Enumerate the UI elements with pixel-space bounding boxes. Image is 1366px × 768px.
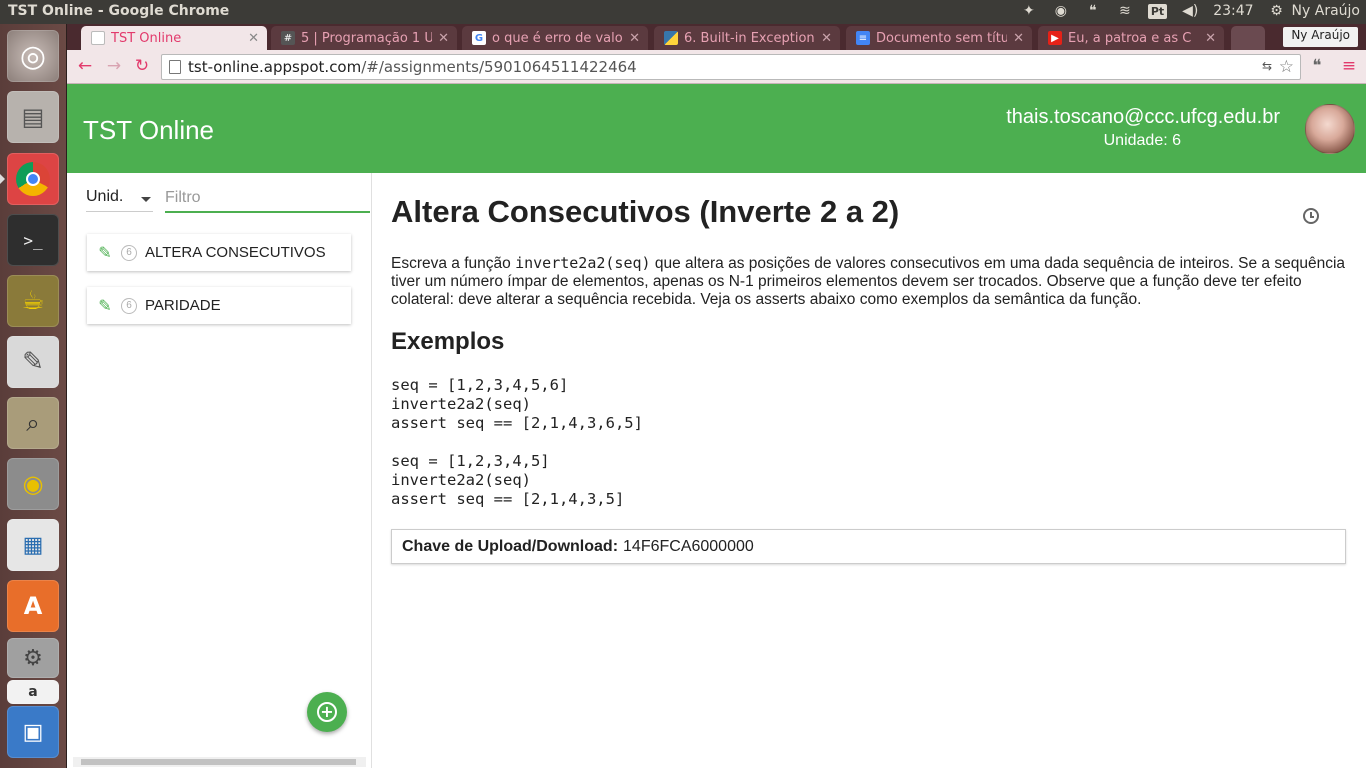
tab-google-search[interactable]: G o que é erro de valor ✕ — [462, 26, 648, 50]
menu-icon[interactable]: ≡ — [1339, 56, 1359, 76]
translate-icon[interactable]: ⇆ — [1262, 59, 1272, 73]
add-assignment-button[interactable]: + — [307, 692, 347, 732]
user-unit: Unidade: 6 — [1103, 132, 1181, 149]
examples-heading: Exemplos — [391, 328, 505, 355]
profile-button[interactable]: Ny Araújo — [1283, 27, 1358, 47]
forward-icon[interactable]: → — [104, 56, 124, 76]
tab-label: Documento sem título — [876, 30, 1008, 46]
launcher: ◎ ▤ >_ ☕ ✎ ⌕ ◉ ▦ A ⚙ a ▣ — [0, 24, 67, 768]
chrome-active-indicator — [0, 174, 5, 184]
wifi-icon[interactable]: ≋ — [1116, 2, 1134, 20]
page-info-icon[interactable] — [169, 60, 181, 74]
description-text: Escreva a função — [391, 255, 516, 272]
assignment-item-altera-consecutivos[interactable]: ✎ 6 ALTERA CONSECUTIVOS — [87, 234, 351, 271]
browser-tab-strip: TST Online ✕ # 5 | Programação 1 UFCG ✕ … — [67, 24, 1366, 50]
speaker-app-icon[interactable]: ◉ — [7, 458, 59, 510]
window-title: TST Online - Google Chrome — [8, 3, 230, 19]
tab-python-exceptions[interactable]: 6. Built-in Exceptions ✕ — [654, 26, 840, 50]
avatar[interactable] — [1305, 104, 1355, 154]
youtube-icon: ▶ — [1048, 31, 1062, 45]
reload-icon[interactable]: ↻ — [132, 56, 152, 76]
software-center-icon[interactable]: A — [7, 580, 59, 632]
close-icon[interactable]: ✕ — [438, 31, 449, 46]
address-bar[interactable]: tst-online.appspot.com/#/assignments/590… — [161, 54, 1301, 80]
unit-select[interactable]: Unid. — [86, 188, 153, 212]
text-editor-icon[interactable]: ✎ — [7, 336, 59, 388]
bookmark-star-icon[interactable]: ☆ — [1279, 57, 1294, 77]
amazon-icon[interactable]: a — [7, 680, 59, 704]
browser-toolbar: ← → ↻ tst-online.appspot.com/#/assignmen… — [67, 50, 1366, 84]
page-icon — [91, 31, 105, 45]
session-user[interactable]: Ny Araújo — [1292, 3, 1360, 19]
image-viewer-icon[interactable]: ⌕ — [7, 397, 59, 449]
history-icon[interactable] — [1303, 208, 1319, 224]
files-icon[interactable]: ▤ — [7, 91, 59, 143]
upload-key-label: Chave de Upload/Download: — [402, 537, 619, 555]
function-signature: inverte2a2(seq) — [515, 254, 651, 272]
hangouts-extension-icon[interactable]: ❝ — [1307, 56, 1327, 76]
tab-google-docs[interactable]: ≡ Documento sem título ✕ — [846, 26, 1032, 50]
pencil-icon: ✎ — [98, 244, 112, 262]
close-icon[interactable]: ✕ — [1205, 31, 1216, 46]
keyboard-layout[interactable]: Pt — [1147, 3, 1168, 19]
gear-icon[interactable]: ⚙ — [1268, 2, 1286, 20]
tab-tst-online[interactable]: TST Online ✕ — [81, 26, 267, 50]
assignment-label: ALTERA CONSECUTIVOS — [145, 244, 326, 261]
clock[interactable]: 23:47 — [1213, 3, 1253, 19]
close-icon[interactable]: ✕ — [821, 31, 832, 46]
assignment-detail: Altera Consecutivos (Inverte 2 a 2) Escr… — [373, 173, 1366, 768]
teapot-app-icon[interactable]: ☕ — [7, 275, 59, 327]
unit-badge: 6 — [121, 244, 137, 261]
tab-youtube[interactable]: ▶ Eu, a patroa e as C ✕ — [1038, 26, 1224, 50]
url-path: /#/assignments/5901064511422464 — [361, 58, 637, 76]
assignment-item-paridade[interactable]: ✎ 6 PARIDADE — [87, 287, 351, 324]
tab-label: o que é erro de valor — [492, 30, 624, 46]
hash-icon: # — [281, 31, 295, 45]
back-icon[interactable]: ← — [75, 56, 95, 76]
horizontal-scrollbar[interactable] — [73, 757, 366, 767]
assignments-sidebar: Unid. ✎ 6 ALTERA CONSECUTIVOS ✎ 6 PARIDA… — [67, 173, 372, 768]
workspaces-icon[interactable]: ▣ — [7, 706, 59, 758]
problem-description: Escreva a função inverte2a2(seq) que alt… — [391, 254, 1349, 309]
upload-key-box: Chave de Upload/Download: 14F6FCA6000000 — [391, 529, 1346, 564]
google-icon: G — [472, 31, 486, 45]
close-icon[interactable]: ✕ — [248, 31, 259, 46]
filter-input[interactable] — [165, 185, 370, 213]
unit-badge: 6 — [121, 297, 137, 314]
pencil-icon: ✎ — [98, 297, 112, 315]
os-top-bar: TST Online - Google Chrome ✦ ◉ ❝ ≋ Pt ◀)… — [0, 0, 1366, 24]
examples-code: seq = [1,2,3,4,5,6] inverte2a2(seq) asse… — [391, 376, 643, 508]
app-title[interactable]: TST Online — [83, 115, 214, 146]
close-icon[interactable]: ✕ — [629, 31, 640, 46]
url-host: tst-online.appspot.com — [188, 58, 362, 76]
docs-icon: ≡ — [856, 31, 870, 45]
tab-label: TST Online — [111, 30, 182, 46]
user-email: thais.toscano@ccc.ufcg.edu.br — [1006, 106, 1280, 128]
assignment-label: PARIDADE — [145, 297, 221, 314]
tab-label: Eu, a patroa e as C — [1068, 30, 1192, 46]
unit-select-value: Unid. — [86, 188, 124, 205]
terminal-icon[interactable]: >_ — [7, 214, 59, 266]
new-tab-button[interactable] — [1231, 26, 1265, 50]
system-settings-icon[interactable]: ⚙ — [7, 638, 59, 678]
plus-icon: + — [317, 702, 337, 722]
dropbox-icon[interactable]: ✦ — [1020, 2, 1038, 20]
tab-label: 5 | Programação 1 UFCG — [301, 30, 433, 46]
libreoffice-impress-icon[interactable]: ▦ — [7, 519, 59, 571]
system-tray: ✦ ◉ ❝ ≋ Pt ◀) 23:47 ⚙ Ny Araújo — [1020, 2, 1360, 20]
close-icon[interactable]: ✕ — [1013, 31, 1024, 46]
tab-programacao[interactable]: # 5 | Programação 1 UFCG ✕ — [271, 26, 457, 50]
app-header: TST Online thais.toscano@ccc.ufcg.edu.br… — [67, 84, 1366, 173]
hangouts-icon[interactable]: ❝ — [1084, 2, 1102, 20]
chrome-icon[interactable] — [7, 153, 59, 205]
ubuntu-dash-icon[interactable]: ◎ — [7, 30, 59, 82]
python-icon — [664, 31, 678, 45]
scrollbar-thumb[interactable] — [81, 759, 356, 765]
page-title: Altera Consecutivos (Inverte 2 a 2) — [391, 194, 900, 229]
upload-key-value[interactable]: 14F6FCA6000000 — [623, 538, 754, 556]
volume-icon[interactable]: ◀) — [1181, 2, 1199, 20]
tab-label: 6. Built-in Exceptions — [684, 30, 816, 46]
caret-down-icon — [141, 197, 151, 202]
chrome-tray-icon[interactable]: ◉ — [1052, 2, 1070, 20]
